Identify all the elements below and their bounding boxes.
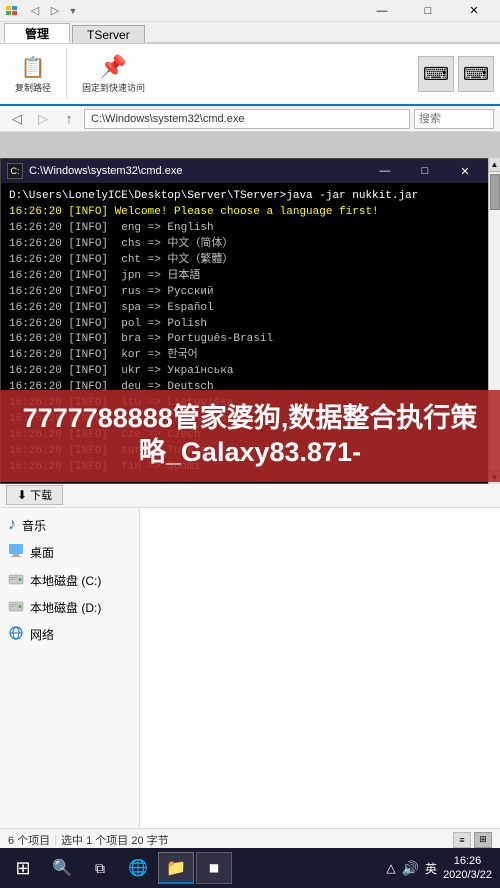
- qat-forward-btn[interactable]: ▷: [46, 2, 64, 20]
- cmd-line-5: 16:26:20 [INFO] jpn => 日本語: [9, 269, 483, 285]
- sidebar-item-drive-c[interactable]: 本地磁盘 (C:): [0, 567, 139, 594]
- search-button[interactable]: 🔍: [44, 852, 80, 884]
- tab-management[interactable]: 管理: [4, 23, 70, 43]
- drive-c-icon: [8, 571, 24, 590]
- cmd-title-bar: C: C:\Windows\system32\cmd.exe — □ ✕: [1, 159, 491, 183]
- start-button[interactable]: ⊞: [4, 852, 42, 884]
- cmd-line-2: 16:26:20 [INFO] eng => English: [9, 221, 483, 237]
- tray-volume-icon[interactable]: 🔊: [402, 860, 419, 877]
- quick-access-toolbar: ◁ ▷ ▼ — □ ✕: [0, 0, 500, 22]
- view-list-btn[interactable]: ≡: [453, 832, 471, 848]
- ribbon-group-clipboard: 📌 固定到快速访问: [73, 50, 154, 98]
- explorer-minimize-btn[interactable]: —: [360, 1, 404, 21]
- ribbon-body: 📋 复制路径 📌 固定到快速访问 ⌨ ⌨: [0, 44, 500, 106]
- ribbon-btn-copy-path[interactable]: 📋 复制路径: [6, 51, 60, 98]
- scroll-up-arrow[interactable]: ▲: [489, 158, 500, 172]
- sidebar-item-desktop[interactable]: 桌面: [0, 538, 139, 567]
- status-separator: |: [54, 834, 57, 846]
- fm-status-bar: 6 个项目 | 选中 1 个项目 20 字节 ≡ ⊞: [0, 828, 500, 850]
- music-icon: ♪: [8, 516, 16, 534]
- selected-info: 选中 1 个项目 20 字节: [61, 832, 169, 848]
- items-count: 6 个项目: [8, 832, 50, 848]
- view-grid-btn[interactable]: ⊞: [474, 832, 492, 848]
- cmd-line-7: 16:26:20 [INFO] spa => Español: [9, 301, 483, 317]
- cmd-line-3: 16:26:20 [INFO] chs => 中文（简体）: [9, 237, 483, 253]
- explorer-window-frame: ◁ ▷ ▼ — □ ✕ 管理 TServer 📋 复制路径: [0, 0, 500, 132]
- cmd-close-btn[interactable]: ✕: [445, 160, 485, 182]
- pin-icon: 📌: [100, 54, 127, 80]
- desktop-icon: [8, 542, 24, 563]
- nav-up-btn[interactable]: ↑: [58, 109, 80, 129]
- scroll-thumb[interactable]: [490, 174, 500, 210]
- taskbar: ⊞ 🔍 ⧉ 🌐 📁 ■ △ 🔊 英 16:26 2020/3/22: [0, 848, 500, 888]
- download-btn[interactable]: ⬇ 下载: [6, 485, 63, 505]
- nav-back-btn[interactable]: ◁: [6, 109, 28, 129]
- copy-path-icon: 📋: [21, 55, 46, 80]
- ribbon-group-organize: 📋 复制路径: [6, 51, 60, 98]
- qat-dropdown-btn[interactable]: ▼: [66, 2, 80, 20]
- cmd-line-0: D:\Users\LonelyICE\Desktop\Server\TServe…: [9, 189, 483, 205]
- ribbon-tabs-bar: 管理 TServer: [0, 22, 500, 44]
- clock-time: 16:26: [443, 854, 492, 868]
- qat-back-btn[interactable]: ◁: [26, 2, 44, 20]
- sidebar-item-drive-d[interactable]: 本地磁盘 (D:): [0, 594, 139, 621]
- explorer-maximize-btn[interactable]: □: [406, 1, 450, 21]
- edge-button[interactable]: 🌐: [120, 852, 156, 884]
- cmd-line-1: 16:26:20 [INFO] Welcome! Please choose a…: [9, 205, 483, 221]
- system-tray: △ 🔊 英 16:26 2020/3/22: [386, 854, 496, 883]
- fm-main-pane[interactable]: [140, 508, 500, 828]
- cmd-icon: C:: [7, 163, 23, 179]
- tray-expand-icon[interactable]: △: [386, 861, 395, 875]
- sidebar-item-network[interactable]: 网络: [0, 621, 139, 648]
- fm-toolbar: ⬇ 下载: [0, 482, 500, 508]
- explorer-close-btn[interactable]: ✕: [452, 1, 496, 21]
- network-icon: [8, 625, 24, 644]
- clock-date: 2020/3/22: [443, 868, 492, 882]
- tray-ime-icon[interactable]: 英: [425, 860, 437, 877]
- ribbon-btn-pin[interactable]: 📌 固定到快速访问: [73, 50, 154, 98]
- keyboard-icon-1: ⌨: [418, 56, 454, 92]
- cmd-line-9: 16:26:20 [INFO] bra => Português-Brasil: [9, 332, 483, 348]
- overlay-banner: 7777788888管家婆狗,数据整合执行策略_Galaxy83.871-: [0, 390, 500, 482]
- cmd-minimize-btn[interactable]: —: [365, 160, 405, 182]
- task-view-button[interactable]: ⧉: [82, 852, 118, 884]
- file-manager-area: ⬇ 下载 ♪ 音乐 桌面: [0, 482, 500, 850]
- address-bar[interactable]: C:\Windows\system32\cmd.exe: [84, 109, 410, 129]
- cmd-maximize-btn[interactable]: □: [405, 160, 445, 182]
- tab-tserver[interactable]: TServer: [72, 25, 145, 43]
- fm-sidebar: ♪ 音乐 桌面 本地磁盘 (C:): [0, 508, 140, 828]
- cmd-line-10: 16:26:20 [INFO] kor => 한국어: [9, 348, 483, 364]
- app-icon: [4, 3, 20, 19]
- ribbon-separator-1: [66, 49, 67, 99]
- tray-clock[interactable]: 16:26 2020/3/22: [443, 854, 492, 883]
- drive-d-icon: [8, 598, 24, 617]
- nav-forward-btn[interactable]: ▷: [32, 109, 54, 129]
- address-bar-row: ◁ ▷ ↑ C:\Windows\system32\cmd.exe: [0, 106, 500, 132]
- keyboard-icon-2: ⌨: [458, 56, 494, 92]
- explorer-taskbar-button[interactable]: 📁: [158, 852, 194, 884]
- cmd-line-6: 16:26:20 [INFO] rus => Русский: [9, 285, 483, 301]
- ribbon-group-keyboard: ⌨ ⌨: [418, 56, 494, 92]
- download-arrow-icon: ⬇: [17, 488, 27, 502]
- search-input[interactable]: [414, 109, 494, 129]
- cmd-title-text: C:\Windows\system32\cmd.exe: [29, 165, 182, 177]
- cmd-line-8: 16:26:20 [INFO] pol => Polish: [9, 317, 483, 333]
- cmd-line-4: 16:26:20 [INFO] cht => 中文（繁體）: [9, 253, 483, 269]
- overlay-text: 7777788888管家婆狗,数据整合执行策略_Galaxy83.871-: [12, 402, 488, 470]
- cmd-taskbar-button[interactable]: ■: [196, 852, 232, 884]
- cmd-line-11: 16:26:20 [INFO] ukr => Українська: [9, 364, 483, 380]
- fm-content: ♪ 音乐 桌面 本地磁盘 (C:): [0, 508, 500, 828]
- sidebar-item-music[interactable]: ♪ 音乐: [0, 512, 139, 538]
- status-right: ≡ ⊞: [453, 832, 492, 848]
